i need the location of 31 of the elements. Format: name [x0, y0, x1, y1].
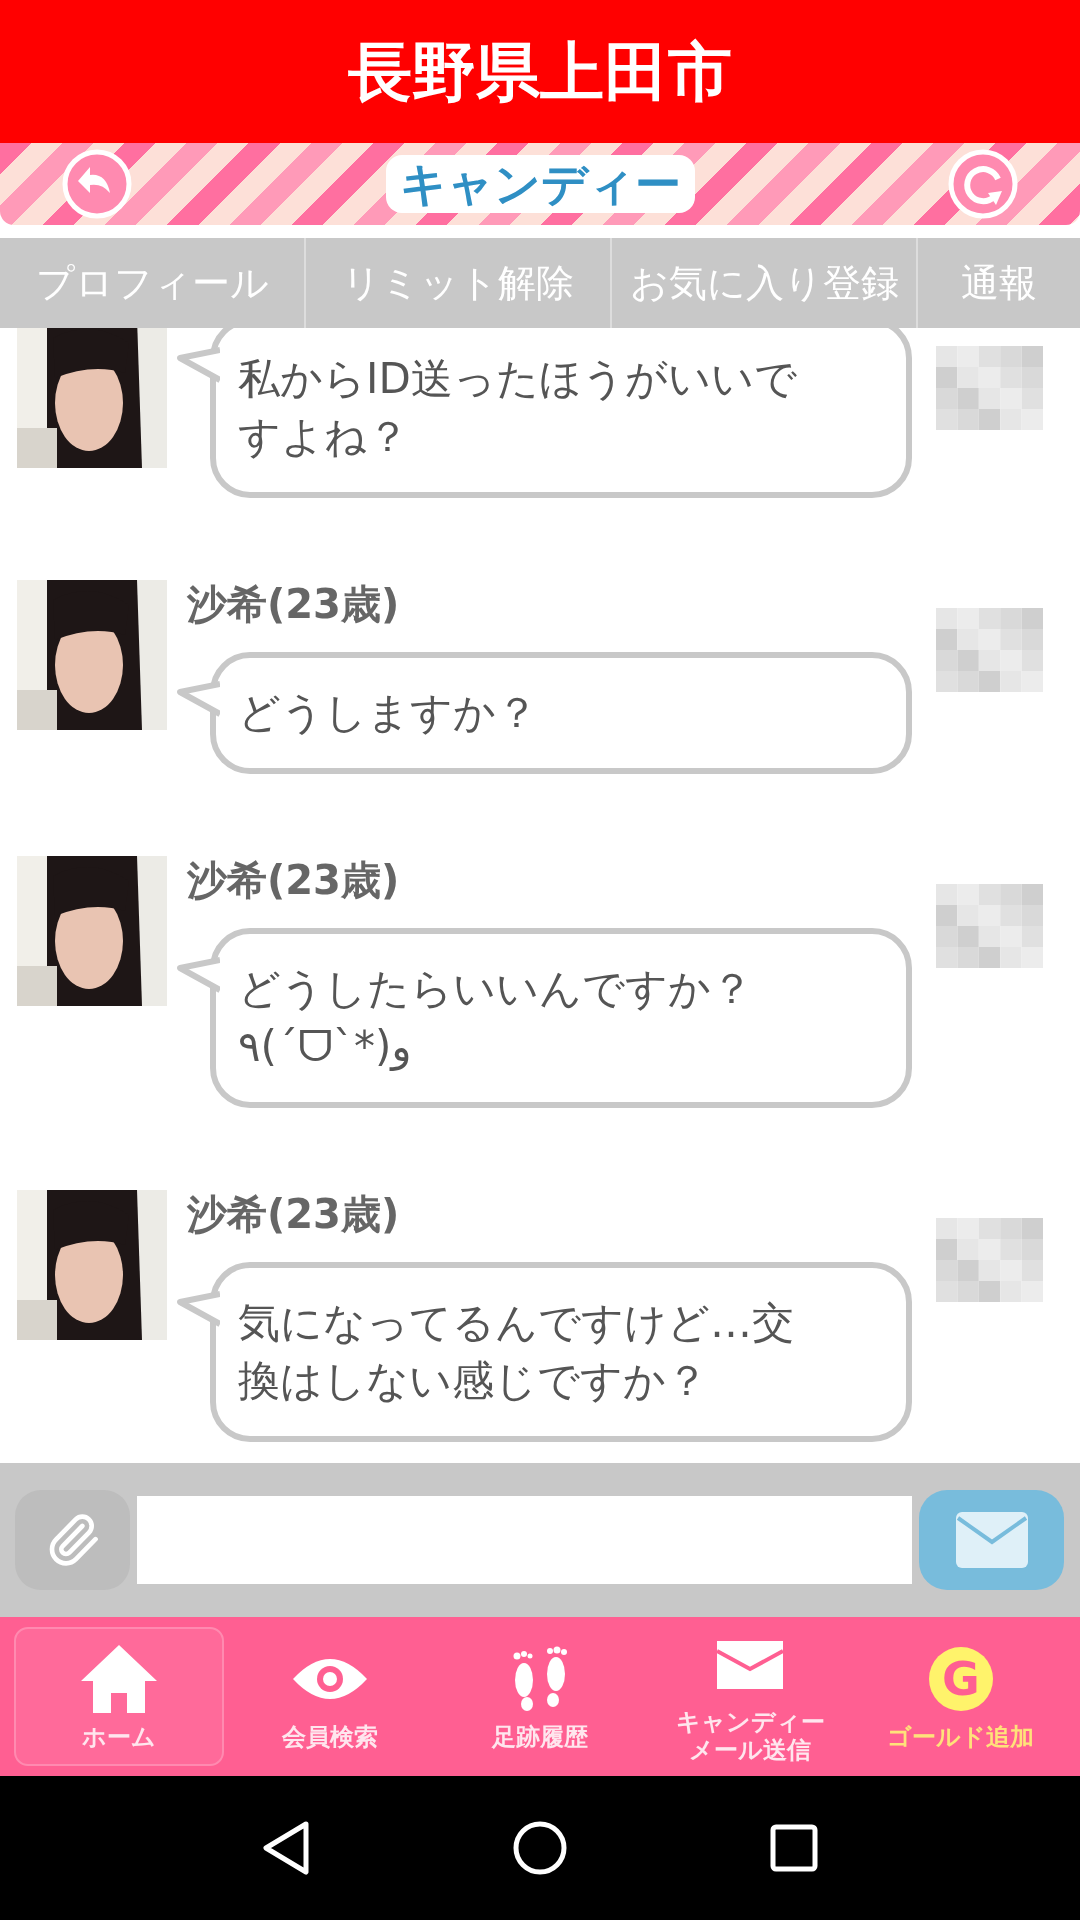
recents-icon[interactable]: [769, 1823, 820, 1873]
message-text-line: 私からID送ったほうがいいで: [238, 353, 797, 405]
nav-item[interactable]: G ゴールド追加: [855, 1627, 1067, 1766]
sender-name: 沙希(23歳): [187, 856, 401, 904]
nav-label: メール送信: [689, 1736, 812, 1764]
nav-item[interactable]: キャンディー メール送信: [645, 1627, 856, 1766]
nav-label: ゴールド追加: [887, 1722, 1035, 1751]
nav-item[interactable]: 会員検索: [224, 1627, 435, 1766]
nav-label: 会員検索: [281, 1722, 378, 1751]
nav-label: キャンディー: [675, 1708, 825, 1736]
message-text-line: どうしますか？: [238, 687, 538, 739]
nav-label: ホーム: [82, 1722, 157, 1751]
sender-name: 沙希(23歳): [187, 1190, 401, 1238]
nav-item[interactable]: ホーム: [14, 1627, 225, 1766]
nav-label: 足跡履歴: [492, 1722, 588, 1751]
envelope-icon: [717, 1640, 784, 1689]
message-input[interactable]: [137, 1496, 912, 1584]
header-title: 長野県上田市: [348, 33, 732, 111]
banner-logo: キャンディー: [385, 155, 695, 213]
message-text-line: どうしたらいいんですか？: [238, 963, 753, 1015]
refresh-icon: [948, 149, 1018, 219]
mail-icon: [955, 1512, 1028, 1568]
message-text-line: すよね？: [238, 411, 409, 463]
message-text-line: 換はしない感じですか？: [238, 1355, 708, 1407]
home-circle-icon[interactable]: [512, 1820, 568, 1876]
message-text-line: ٩(´ᗜ`*)و: [238, 1021, 412, 1073]
nav-item[interactable]: 足跡履歴: [434, 1627, 646, 1766]
back-icon[interactable]: [260, 1820, 311, 1876]
message-text-line: 気になってるんですけど…交: [238, 1297, 794, 1349]
g-coin-icon: G: [928, 1646, 993, 1711]
sender-name: 沙希(23歳): [187, 580, 401, 628]
